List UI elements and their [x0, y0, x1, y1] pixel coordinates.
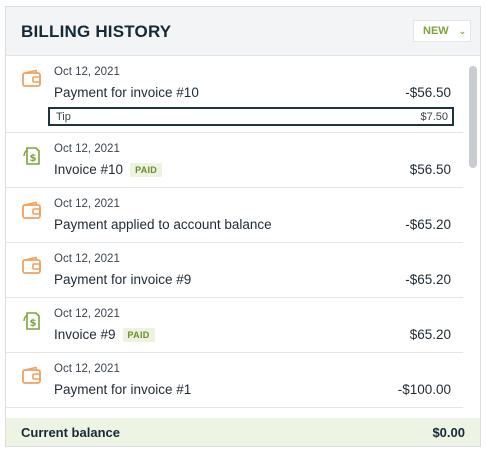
description-text: Payment for invoice #1 — [54, 382, 192, 397]
transaction-date: Oct 12, 2021 — [54, 143, 120, 155]
transaction-description: Payment applied to account balance — [54, 217, 272, 232]
list-item[interactable]: Oct 12, 2021 Payment applied to account … — [6, 188, 463, 243]
transaction-date: Oct 12, 2021 — [54, 253, 120, 265]
invoice-dollar-icon: $ — [23, 312, 40, 330]
scrollbar-thumb[interactable] — [469, 66, 477, 168]
transaction-date: Oct 12, 2021 — [54, 66, 120, 78]
invoice-dollar-icon: $ — [23, 147, 40, 165]
transaction-date: Oct 12, 2021 — [54, 363, 120, 375]
transaction-description: Payment for invoice #9 — [54, 272, 191, 287]
new-button-label: NEW — [423, 25, 449, 37]
transaction-amount: -$65.20 — [405, 272, 451, 287]
transaction-description: Payment for invoice #10 — [54, 85, 199, 100]
svg-text:$: $ — [30, 153, 37, 164]
tip-line[interactable]: Tip $7.50 — [48, 107, 454, 126]
transaction-description: Payment for invoice #1 — [54, 382, 191, 397]
wallet-icon — [22, 69, 41, 87]
transaction-list[interactable]: Oct 12, 2021 Payment for invoice #10 -$5… — [6, 55, 480, 420]
scrollbar[interactable] — [466, 56, 480, 419]
list-item[interactable]: $ Oct 12, 2021 Invoice #10 PAID $56.50 — [6, 133, 463, 188]
status-badge: PAID — [130, 162, 163, 177]
transaction-date: Oct 12, 2021 — [54, 198, 120, 210]
wallet-icon — [22, 201, 41, 219]
transaction-date: Oct 12, 2021 — [54, 308, 120, 320]
wallet-icon — [22, 366, 41, 384]
balance-value: $0.00 — [432, 425, 465, 440]
transaction-amount: $65.20 — [409, 327, 451, 342]
balance-label: Current balance — [21, 425, 120, 440]
transaction-amount: -$100.00 — [397, 382, 451, 397]
page-title: BILLING HISTORY — [21, 22, 172, 41]
list-item[interactable]: Oct 12, 2021 Payment for invoice #1 -$10… — [6, 353, 463, 408]
description-text: Payment applied to account balance — [54, 217, 272, 232]
card-header: BILLING HISTORY NEW ⌄ — [6, 7, 480, 55]
description-text: Invoice #9 — [54, 327, 116, 342]
transaction-description: Invoice #9 PAID — [54, 327, 155, 342]
description-text: Payment for invoice #9 — [54, 272, 192, 287]
wallet-icon — [22, 256, 41, 274]
transaction-amount: $56.50 — [409, 162, 451, 177]
billing-history-card: BILLING HISTORY NEW ⌄ Oct 12, 2021 Payme… — [5, 6, 481, 447]
description-text: Invoice #10 — [54, 162, 124, 177]
list-item[interactable]: Oct 12, 2021 Payment for invoice #9 -$65… — [6, 243, 463, 298]
list-item[interactable]: Oct 12, 2021 Payment for invoice #10 -$5… — [6, 56, 463, 133]
balance-footer: Current balance $0.00 — [6, 418, 480, 446]
svg-text:$: $ — [30, 318, 37, 329]
transaction-description: Invoice #10 PAID — [54, 162, 163, 177]
new-button[interactable]: NEW ⌄ — [413, 20, 471, 42]
status-badge: PAID — [122, 327, 155, 342]
list-item[interactable]: $ Oct 12, 2021 Invoice #9 PAID $65.20 — [6, 298, 463, 353]
tip-label: Tip — [56, 111, 71, 123]
chevron-down-icon: ⌄ — [458, 25, 467, 36]
transaction-amount: -$56.50 — [405, 85, 451, 100]
transaction-amount: -$65.20 — [405, 217, 451, 232]
tip-amount: $7.50 — [420, 111, 448, 123]
description-text: Payment for invoice #10 — [54, 85, 199, 100]
